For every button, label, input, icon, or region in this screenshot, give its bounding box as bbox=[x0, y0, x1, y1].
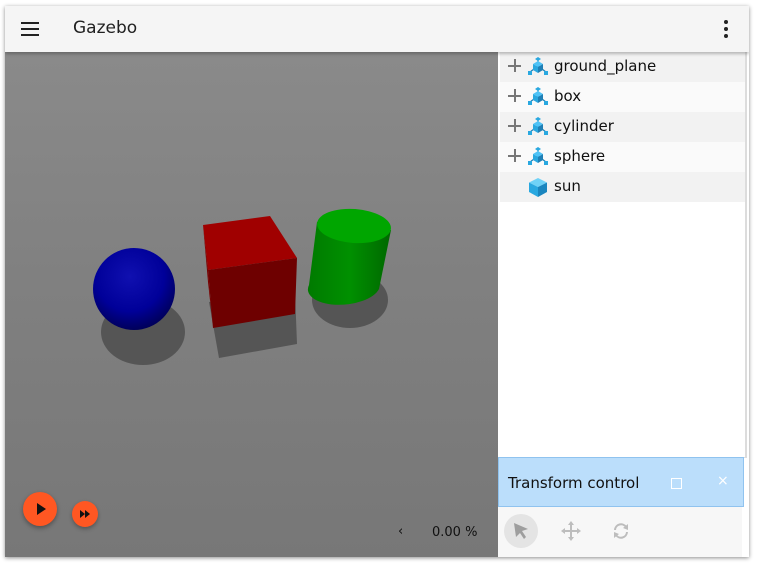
translate-icon bbox=[561, 521, 581, 541]
tree-item-ground-plane[interactable]: ground_plane bbox=[500, 52, 745, 82]
expand-plus-icon[interactable] bbox=[508, 119, 522, 133]
expand-plus-icon[interactable] bbox=[508, 89, 522, 103]
chevron-left-icon[interactable]: ‹ bbox=[398, 524, 403, 539]
tree-item-sphere[interactable]: sphere bbox=[500, 142, 745, 172]
step-button[interactable] bbox=[72, 501, 98, 527]
close-icon[interactable]: × bbox=[717, 473, 729, 489]
transform-control-header: Transform control × bbox=[498, 457, 744, 507]
rotate-icon bbox=[614, 523, 628, 539]
transform-toolbar bbox=[498, 507, 742, 557]
rotate-tool-button[interactable] bbox=[604, 514, 638, 548]
panel-title: Transform control bbox=[508, 474, 640, 492]
select-icon bbox=[514, 523, 528, 539]
expand-plus-icon[interactable] bbox=[508, 149, 522, 163]
tree-item-label: cylinder bbox=[554, 117, 614, 135]
tree-item-label: box bbox=[554, 87, 582, 105]
more-vert-icon[interactable] bbox=[723, 20, 729, 38]
scene-3d-viewport[interactable]: ‹ 0.00 % bbox=[5, 52, 498, 557]
play-icon bbox=[37, 503, 46, 515]
maximize-icon[interactable] bbox=[671, 478, 682, 489]
tree-item-label: ground_plane bbox=[554, 57, 657, 75]
expand-plus-icon[interactable] bbox=[508, 59, 522, 73]
side-panel: ground_plane box cylinder sphere sun Tra… bbox=[498, 52, 749, 557]
tree-item-box[interactable]: box bbox=[500, 82, 745, 112]
app-title: Gazebo bbox=[73, 18, 138, 38]
tree-item-label: sun bbox=[554, 177, 581, 195]
gazebo-window: Gazebo ‹ 0.00 % ground_plane box cylinde… bbox=[5, 6, 749, 557]
real-time-factor: 0.00 % bbox=[432, 525, 478, 540]
box-object[interactable] bbox=[203, 216, 297, 328]
tree-item-sun[interactable]: sun bbox=[500, 172, 745, 202]
title-bar: Gazebo bbox=[5, 6, 749, 52]
sphere-object[interactable] bbox=[93, 248, 175, 330]
model-icon bbox=[528, 87, 548, 105]
play-button[interactable] bbox=[23, 492, 57, 526]
model-icon bbox=[528, 117, 548, 135]
translate-tool-button[interactable] bbox=[554, 514, 588, 548]
tree-item-cylinder[interactable]: cylinder bbox=[500, 112, 745, 142]
hamburger-menu-icon[interactable] bbox=[21, 22, 39, 36]
model-icon bbox=[528, 147, 548, 165]
tree-item-label: sphere bbox=[554, 147, 606, 165]
model-icon bbox=[528, 57, 548, 75]
entity-tree: ground_plane box cylinder sphere sun bbox=[500, 52, 747, 458]
scene-render bbox=[93, 208, 391, 365]
light-icon bbox=[529, 178, 547, 197]
select-tool-button[interactable] bbox=[504, 514, 538, 548]
